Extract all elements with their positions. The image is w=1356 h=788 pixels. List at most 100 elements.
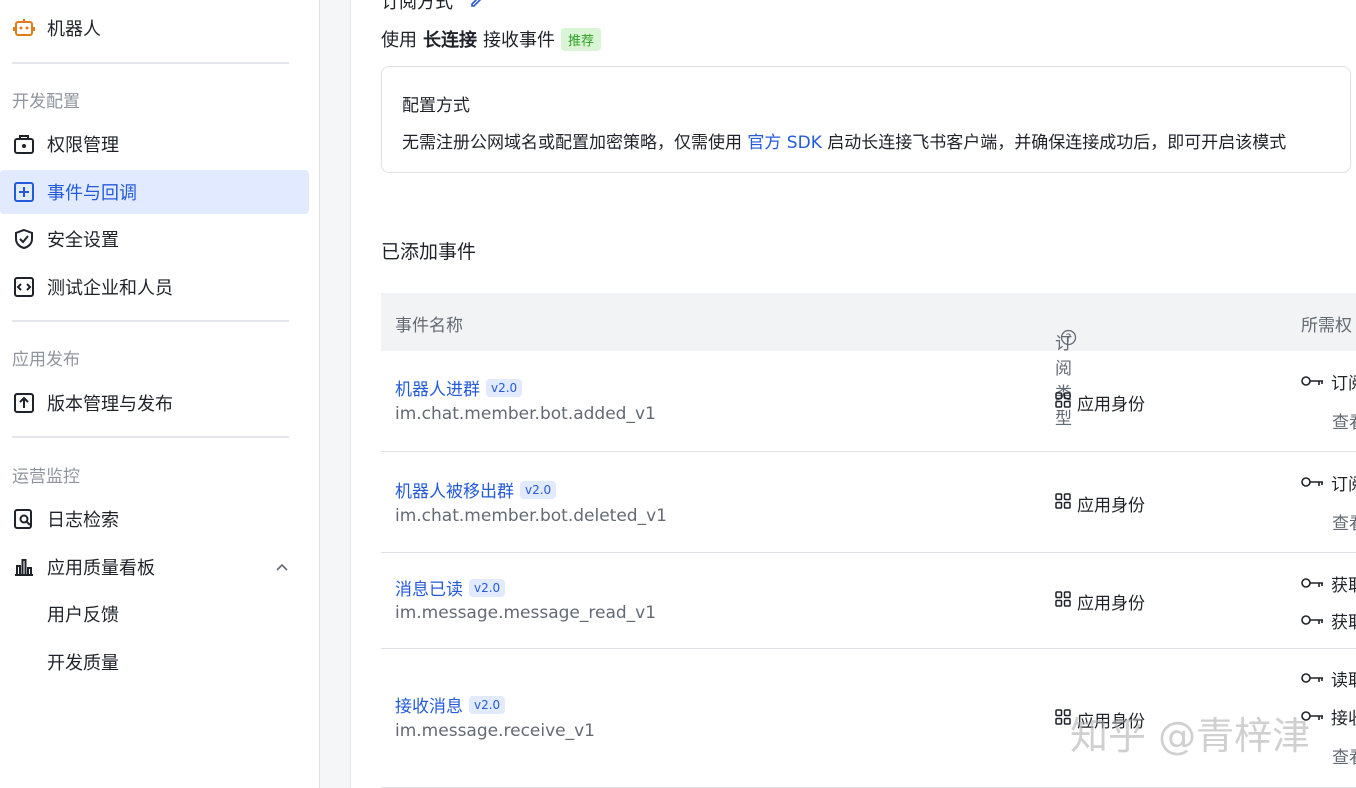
key-icon: [1301, 611, 1325, 631]
chevron-up-icon[interactable]: [275, 559, 289, 580]
app-grid-icon: [1055, 392, 1071, 413]
mode-suffix: 接收事件: [483, 30, 555, 51]
view-more-link[interactable]: 查看: [1332, 743, 1356, 768]
sidebar-item-label: 应用质量看板: [47, 558, 155, 579]
section-ops-label: 运营监控: [12, 467, 80, 487]
view-more-link[interactable]: 查看: [1332, 408, 1356, 433]
event-key: im.message.message_read_v1: [395, 603, 657, 623]
section-dev-label: 开发配置: [12, 92, 80, 112]
main-content: 订阅方式 使用 长连接 接收事件 推荐 配置方式 无需注册公网域名或配置加密策略…: [351, 0, 1356, 788]
event-key: im.message.receive_v1: [395, 721, 595, 741]
config-desc-text: 无需注册公网域名或配置加密策略，仅需使用: [402, 133, 742, 153]
shield-icon: [12, 227, 36, 251]
sidebar-item-label: 安全设置: [47, 230, 119, 251]
event-name: 机器人进群 v2.0: [395, 375, 523, 400]
event-icon: [12, 180, 36, 204]
sdk-link[interactable]: 官方 SDK: [747, 133, 821, 153]
event-name-link[interactable]: 机器人进群: [395, 375, 480, 400]
permission-label[interactable]: 订阅: [1331, 369, 1356, 394]
permission-item: 获取: [1301, 608, 1356, 633]
help-icon[interactable]: ?: [1060, 329, 1077, 346]
sidebar: 机器人 开发配置 权限管理 事件与回调 安全设置 测试企业和人员 应用发布 版本…: [0, 0, 320, 788]
events-section-title: 已添加事件: [381, 241, 477, 263]
version-badge: v2.0: [520, 480, 557, 499]
key-icon: [1301, 574, 1325, 594]
subscribe-type: 应用身份: [1055, 491, 1145, 516]
event-name: 消息已读 v2.0: [395, 575, 506, 600]
sidebar-item-label: 测试企业和人员: [47, 278, 173, 299]
subscribe-type-label: 应用身份: [1077, 395, 1145, 415]
edit-icon[interactable]: [469, 0, 487, 13]
sidebar-item-bot[interactable]: 机器人: [0, 6, 309, 50]
sidebar-item-label: 事件与回调: [47, 183, 137, 204]
sidebar-item-label: 用户反馈: [47, 605, 119, 626]
sidebar-item-label: 日志检索: [47, 510, 119, 531]
divider: [12, 436, 289, 438]
mode-bold: 长连接: [423, 30, 477, 51]
event-name: 机器人被移出群 v2.0: [395, 477, 557, 502]
app-grid-icon: [1055, 709, 1071, 730]
event-key: im.chat.member.bot.deleted_v1: [395, 506, 667, 526]
key-icon: [1301, 372, 1325, 392]
event-name-link[interactable]: 机器人被移出群: [395, 477, 514, 502]
log-search-icon: [12, 507, 36, 531]
watermark: 知乎 @青梓津: [1070, 714, 1311, 758]
config-description: 无需注册公网域名或配置加密策略，仅需使用 官方 SDK 启动长连接飞书客户端，并…: [402, 128, 1286, 153]
permission-item: 获取: [1301, 571, 1356, 596]
divider: [12, 62, 289, 64]
app-grid-icon: [1055, 493, 1071, 514]
permission-label[interactable]: 接收: [1331, 704, 1356, 729]
robot-icon: [12, 16, 36, 40]
config-desc-text: 启动长连接飞书客户端，并确保连接成功后，即可开启该模式: [827, 133, 1287, 153]
subscribe-type: 应用身份: [1055, 390, 1145, 415]
sidebar-item-feedback[interactable]: 用户反馈: [0, 592, 309, 636]
sidebar-item-label: 权限管理: [47, 135, 119, 156]
permission-label[interactable]: 获取: [1331, 571, 1356, 596]
permission-item: 订阅: [1301, 470, 1356, 495]
version-badge: v2.0: [469, 695, 506, 714]
mode-prefix: 使用: [381, 30, 417, 51]
event-name-link[interactable]: 消息已读: [395, 575, 463, 600]
key-icon: [1301, 669, 1325, 689]
col-header-name: 事件名称: [395, 316, 463, 336]
event-key: im.chat.member.bot.added_v1: [395, 404, 656, 424]
col-header-permission: 所需权: [1301, 316, 1352, 336]
subscribe-title-text: 订阅方式: [381, 0, 453, 13]
permission-label[interactable]: 获取: [1331, 608, 1356, 633]
sidebar-item-security[interactable]: 安全设置: [0, 217, 309, 261]
sidebar-item-permissions[interactable]: 权限管理: [0, 122, 309, 166]
sidebar-item-events[interactable]: 事件与回调: [0, 170, 309, 214]
recommend-badge: 推荐: [561, 27, 602, 51]
svg-text:?: ?: [1066, 332, 1072, 345]
subscribe-type: 应用身份: [1055, 589, 1145, 614]
divider: [12, 320, 289, 322]
sidebar-item-dev-quality[interactable]: 开发质量: [0, 640, 309, 684]
event-name: 接收消息 v2.0: [395, 692, 506, 717]
permission-item: 读取: [1301, 666, 1356, 691]
bar-chart-icon: [12, 555, 36, 579]
sidebar-item-quality[interactable]: 应用质量看板: [0, 545, 309, 589]
code-icon: [12, 275, 36, 299]
sidebar-item-logs[interactable]: 日志检索: [0, 497, 309, 541]
sidebar-item-versions[interactable]: 版本管理与发布: [0, 381, 309, 425]
table-header: 事件名称 订阅类型 ? 所需权: [381, 293, 1356, 429]
sidebar-item-test[interactable]: 测试企业和人员: [0, 265, 309, 309]
section-release-label: 应用发布: [12, 350, 80, 370]
sidebar-item-label: 机器人: [47, 19, 101, 40]
config-card: 配置方式 无需注册公网域名或配置加密策略，仅需使用 官方 SDK 启动长连接飞书…: [381, 66, 1351, 173]
table-row: 机器人被移出群 v2.0 im.chat.member.bot.deleted_…: [381, 452, 1356, 553]
sidebar-item-label: 开发质量: [47, 653, 119, 674]
permission-label[interactable]: 订阅: [1331, 470, 1356, 495]
key-icon: [1301, 473, 1325, 493]
version-badge: v2.0: [469, 578, 506, 597]
permission-label[interactable]: 读取: [1331, 666, 1356, 691]
subscribe-title: 订阅方式: [381, 0, 487, 14]
subscribe-type-label: 应用身份: [1077, 594, 1145, 614]
subscribe-type-label: 应用身份: [1077, 496, 1145, 516]
permission-item: 订阅: [1301, 369, 1356, 394]
event-name-link[interactable]: 接收消息: [395, 692, 463, 717]
sidebar-item-label: 版本管理与发布: [47, 394, 173, 415]
table-row: 机器人进群 v2.0 im.chat.member.bot.added_v1 应…: [381, 351, 1356, 452]
view-more-link[interactable]: 查看: [1332, 509, 1356, 534]
config-title: 配置方式: [402, 96, 470, 116]
